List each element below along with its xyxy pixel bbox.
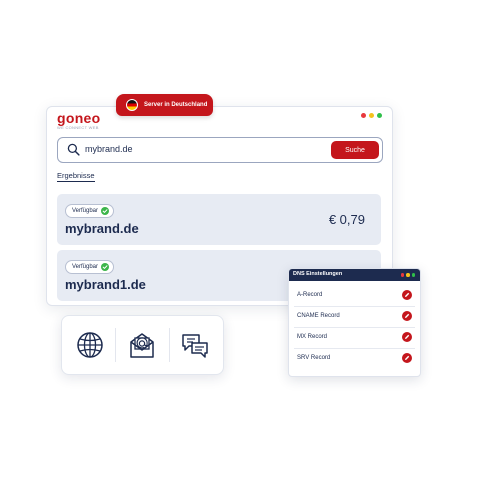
maximize-dot[interactable] [377,113,382,118]
chat-bubbles-icon[interactable] [180,330,210,360]
dns-title: DNS Einstellungen [293,271,343,277]
window-controls [361,113,382,118]
dns-record-label: A-Record [297,292,323,298]
results-heading: Ergebnisse [57,171,95,182]
divider [115,328,116,362]
dns-window-controls [400,273,415,277]
dns-record-row[interactable]: CNAME Record [294,306,415,328]
dns-settings-panel: DNS Einstellungen A-Record CNAME Record … [288,268,421,377]
globe-icon[interactable] [75,330,105,360]
dns-record-row[interactable]: SRV Record [294,348,415,369]
goneo-logo: goneo [57,110,101,126]
domain-search-bar[interactable]: mybrand.de Suche [57,137,383,163]
dns-record-label: MX Record [297,334,328,340]
edit-icon[interactable] [402,332,412,342]
server-location-badge: Server in Deutschland [116,94,213,116]
minimize-dot[interactable] [406,273,410,277]
edit-icon[interactable] [402,311,412,321]
dns-record-label: SRV Record [297,355,331,361]
close-dot[interactable] [400,273,404,277]
search-input[interactable]: mybrand.de [85,144,133,154]
logo-tagline: WE CONNECT WEB [57,125,99,130]
services-card [61,315,224,375]
result-domain: mybrand1.de [65,277,146,292]
dns-header: DNS Einstellungen [289,269,420,281]
check-circle-icon [101,263,110,271]
dns-record-label: CNAME Record [297,313,340,319]
email-at-icon[interactable] [127,330,157,360]
result-price: € 0,79 [328,212,365,227]
server-location-label: Server in Deutschland [144,102,208,108]
germany-flag-icon [126,99,138,111]
divider [169,328,170,362]
check-circle-icon [101,207,110,215]
edit-icon[interactable] [402,353,412,363]
dns-record-row[interactable]: A-Record [294,285,415,307]
result-domain: mybrand.de [65,221,139,236]
dns-record-row[interactable]: MX Record [294,327,415,349]
availability-badge: Verfügbar [65,260,115,274]
availability-label: Verfügbar [72,208,99,214]
availability-badge: Verfügbar [65,204,115,218]
edit-icon[interactable] [402,290,412,300]
close-dot[interactable] [361,113,366,118]
availability-label: Verfügbar [72,264,99,270]
result-card[interactable]: Verfügbar mybrand.de € 0,79 [57,194,381,245]
search-button[interactable]: Suche [331,141,379,159]
minimize-dot[interactable] [369,113,374,118]
maximize-dot[interactable] [411,273,415,277]
search-icon [67,143,80,156]
